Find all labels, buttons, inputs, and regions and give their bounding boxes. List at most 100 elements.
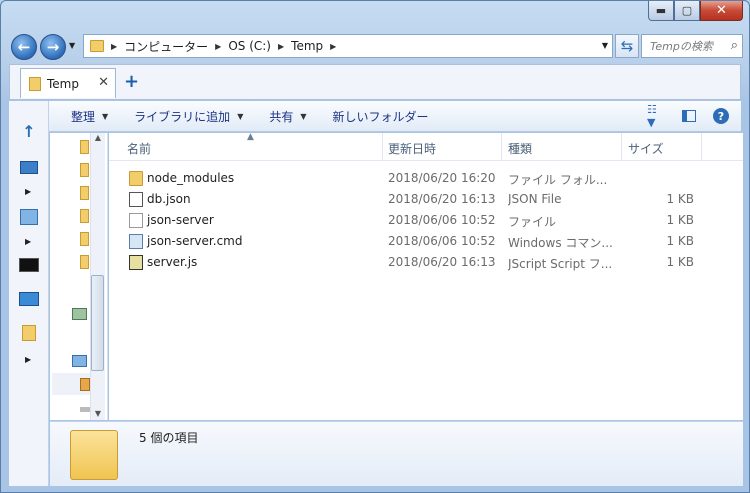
drive-icon [80, 378, 90, 391]
forward-button[interactable]: → [40, 34, 66, 60]
folder-icon[interactable] [80, 255, 89, 269]
expand-arrow-icon[interactable]: ▶ [25, 187, 31, 196]
file-size: 1 KB [666, 234, 694, 248]
folder-icon[interactable] [80, 186, 89, 200]
column-divider[interactable] [621, 133, 622, 161]
chevron-down-icon: ▼ [300, 111, 307, 121]
column-header: ▲ 名前 更新日時 種類 サイズ [109, 132, 743, 161]
js-file-icon [129, 255, 143, 270]
chevron-right-icon[interactable]: ▶ [330, 42, 336, 51]
tab-bar: Temp ✕ + [9, 64, 741, 100]
file-type: JSON File [508, 192, 562, 206]
folder-icon[interactable] [80, 209, 89, 223]
arrow-right-icon: → [46, 38, 60, 56]
file-list: ▲ 名前 更新日時 種類 サイズ node_modules 2018/06/20… [109, 132, 743, 420]
file-row[interactable]: json-server 2018/06/06 10:52 ファイル 1 KB [109, 210, 743, 231]
tree-scroll-thumb[interactable] [91, 275, 104, 371]
scroll-down-icon[interactable]: ▼ [91, 409, 105, 418]
expand-arrow-icon[interactable]: ▶ [25, 355, 31, 364]
breadcrumb-drive[interactable]: OS (C:) [228, 39, 271, 53]
file-date: 2018/06/06 10:52 [388, 213, 496, 227]
search-input[interactable]: Tempの検索 ⌕ [641, 34, 743, 58]
tab-temp[interactable]: Temp ✕ [20, 68, 116, 98]
command-prompt-icon[interactable] [17, 255, 41, 275]
cmd-file-icon [129, 234, 143, 249]
chevron-down-icon: ▼ [102, 111, 109, 121]
organize-button[interactable]: 整理 ▼ [71, 108, 108, 125]
scroll-up-icon[interactable]: ▲ [91, 133, 105, 142]
drive-icon[interactable] [80, 407, 90, 412]
file-date: 2018/06/20 16:20 [388, 171, 496, 185]
back-button[interactable]: ← [11, 34, 37, 60]
folder-icon [129, 171, 143, 186]
chevron-right-icon[interactable]: ▶ [111, 42, 117, 51]
column-divider[interactable] [701, 133, 702, 161]
details-view-icon: ☷ ▼ [647, 103, 657, 129]
history-dropdown-button[interactable]: ▼ [69, 41, 75, 50]
up-arrow-icon[interactable]: ↑ [17, 121, 41, 141]
folder-icon [29, 76, 41, 91]
share-button[interactable]: 共有 ▼ [269, 108, 306, 125]
refresh-icon: ⇆ [620, 37, 634, 55]
new-tab-button[interactable]: + [124, 71, 139, 92]
file-date: 2018/06/20 16:13 [388, 255, 496, 269]
search-icon: ⌕ [730, 38, 738, 53]
file-icon [129, 213, 143, 228]
column-type[interactable]: 種類 [508, 140, 532, 157]
close-button[interactable]: ✕ [700, 1, 743, 21]
file-row[interactable]: db.json 2018/06/20 16:13 JSON File 1 KB [109, 189, 743, 210]
control-panel-icon[interactable] [17, 207, 41, 227]
folder-icon[interactable] [80, 232, 89, 246]
desktop-icon[interactable] [17, 289, 41, 309]
file-size: 1 KB [666, 192, 694, 206]
file-size: 1 KB [666, 255, 694, 269]
navigation-pane: ▲ ▼ [50, 133, 108, 420]
address-dropdown-button[interactable]: ▼ [602, 41, 608, 50]
close-icon[interactable]: ✕ [98, 75, 109, 90]
folder-icon[interactable] [17, 323, 41, 343]
column-size[interactable]: サイズ [628, 140, 664, 157]
breadcrumb-temp[interactable]: Temp [291, 39, 323, 53]
quick-access-strip: ↑ ▶ ▶ ▶ [9, 101, 49, 486]
file-name: db.json [147, 192, 191, 206]
chevron-right-icon[interactable]: ▶ [278, 42, 284, 51]
item-count: 5 個の項目 [139, 431, 199, 445]
help-button[interactable]: ? [711, 107, 731, 125]
view-controls: ☷ ▼ ? [635, 103, 731, 129]
breadcrumb-computer[interactable]: コンピューター [124, 38, 208, 55]
preview-pane-icon [682, 110, 696, 122]
caption-buttons: ▬ ▢ ✕ [648, 1, 743, 21]
column-divider[interactable] [382, 133, 383, 161]
view-options-button[interactable]: ☷ ▼ [647, 103, 667, 129]
file-row[interactable]: node_modules 2018/06/20 16:20 ファイル フォル..… [109, 168, 743, 189]
file-type: Windows コマン... [508, 236, 613, 250]
maximize-button[interactable]: ▢ [674, 1, 700, 21]
file-row[interactable]: json-server.cmd 2018/06/06 10:52 Windows… [109, 231, 743, 252]
add-to-library-button[interactable]: ライブラリに追加 ▼ [134, 108, 243, 125]
library-icon[interactable] [72, 308, 87, 320]
file-type: ファイル フォル... [508, 173, 608, 187]
file-date: 2018/06/20 16:13 [388, 192, 496, 206]
address-bar[interactable]: ▶ コンピューター ▶ OS (C:) ▶ Temp ▶ ▼ [83, 34, 613, 58]
json-file-icon [129, 192, 143, 207]
file-row[interactable]: server.js 2018/06/20 16:13 JScript Scrip… [109, 252, 743, 273]
file-type: ファイル [508, 215, 557, 229]
details-pane: 5 個の項目 [50, 421, 743, 486]
column-modified[interactable]: 更新日時 [388, 140, 436, 157]
column-name[interactable]: 名前 [127, 140, 151, 157]
new-folder-button[interactable]: 新しいフォルダー [333, 108, 429, 125]
minimize-button[interactable]: ▬ [648, 1, 674, 21]
expand-arrow-icon[interactable]: ▶ [25, 237, 31, 246]
preview-pane-button[interactable] [679, 107, 699, 125]
command-bar: 整理 ▼ ライブラリに追加 ▼ 共有 ▼ 新しいフォルダー ☷ ▼ ? [9, 101, 741, 132]
chevron-right-icon[interactable]: ▶ [215, 42, 221, 51]
network-icon[interactable] [72, 355, 87, 367]
computer-icon[interactable] [17, 157, 41, 177]
refresh-button[interactable]: ⇆ [615, 34, 639, 58]
address-row: ← → ▼ ▶ コンピューター ▶ OS (C:) ▶ Temp ▶ ▼ ⇆ T… [9, 31, 743, 61]
column-divider[interactable] [501, 133, 502, 161]
folder-icon[interactable] [80, 140, 89, 154]
folder-icon[interactable] [80, 163, 89, 177]
share-label: 共有 [269, 109, 294, 124]
organize-label: 整理 [71, 109, 96, 124]
